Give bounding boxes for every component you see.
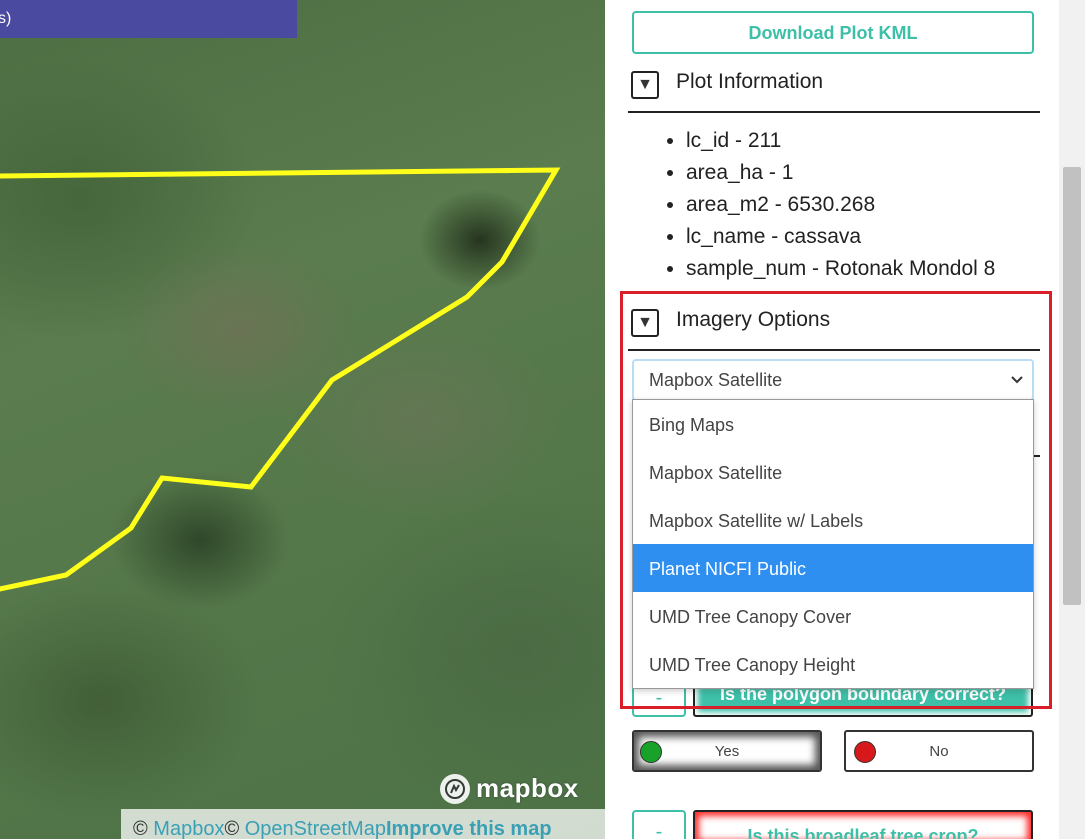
dropdown-option[interactable]: Mapbox Satellite w/ Labels xyxy=(633,496,1033,544)
collapse-toggle-icon[interactable]: ▼ xyxy=(631,71,659,99)
mapbox-logo-text: mapbox xyxy=(476,773,579,803)
red-dot-icon xyxy=(854,741,876,763)
answer-no-button[interactable]: No xyxy=(844,730,1034,772)
plot-info-title: Plot Information xyxy=(676,70,824,93)
plot-boundary-line xyxy=(0,167,561,592)
imagery-select[interactable]: Mapbox Satellite xyxy=(632,359,1034,401)
imagery-options-header[interactable]: ▼ Imagery Options xyxy=(628,308,1040,351)
list-item: area_m2 - 6530.268 xyxy=(686,189,995,221)
imagery-select-value: Mapbox Satellite xyxy=(649,370,783,390)
green-dot-icon xyxy=(640,741,662,763)
attribution-mid: © xyxy=(224,818,245,839)
dropdown-option[interactable]: Bing Maps xyxy=(633,400,1033,448)
openstreetmap-link[interactable]: OpenStreetMap xyxy=(245,818,386,839)
list-item: sample_num - Rotonak Mondol 8 xyxy=(686,253,995,285)
map-attribution: © Mapbox© OpenStreetMapImprove this map xyxy=(121,809,605,839)
imagery-dropdown-list[interactable]: Bing Maps Mapbox Satellite Mapbox Satell… xyxy=(632,399,1034,689)
sidebar: Download Plot KML ▼ Plot Information lc_… xyxy=(605,0,1085,839)
dropdown-option-highlighted[interactable]: Planet NICFI Public xyxy=(633,544,1033,592)
list-item: lc_name - cassava xyxy=(686,221,995,253)
dropdown-option[interactable]: UMD Tree Canopy Height xyxy=(633,640,1033,688)
attribution-prefix: © xyxy=(133,818,154,839)
plot-info-header[interactable]: ▼ Plot Information xyxy=(628,70,1040,113)
mapbox-link[interactable]: Mapbox xyxy=(153,818,224,839)
scrollbar[interactable] xyxy=(1059,0,1085,839)
dropdown-option[interactable]: Mapbox Satellite xyxy=(633,448,1033,496)
imagery-options-title: Imagery Options xyxy=(676,308,831,331)
answer-no-label: No xyxy=(929,743,949,760)
question2-collapse-button[interactable]: - xyxy=(632,810,686,839)
list-item: area_ha - 1 xyxy=(686,157,995,189)
plot-polygon[interactable] xyxy=(0,0,605,839)
plot-info-list: lc_id - 211 area_ha - 1 area_m2 - 6530.2… xyxy=(640,125,995,285)
dropdown-option[interactable]: UMD Tree Canopy Cover xyxy=(633,592,1033,640)
collapse-toggle-icon[interactable]: ▼ xyxy=(631,309,659,337)
mapbox-logo-icon xyxy=(440,773,470,804)
mapbox-logo[interactable]: mapbox xyxy=(440,773,579,804)
list-item: lc_id - 211 xyxy=(686,125,995,157)
map-view[interactable]: s) mapbox © Mapbox© OpenStreetMapImprove… xyxy=(0,0,605,839)
section-divider xyxy=(1034,455,1040,457)
question2-text: Is this broadleaf tree crop? xyxy=(693,810,1033,839)
improve-map-link[interactable]: Improve this map xyxy=(386,818,552,839)
download-kml-button[interactable]: Download Plot KML xyxy=(632,11,1034,54)
answer-yes-button[interactable]: Yes xyxy=(632,730,822,772)
answer-yes-label: Yes xyxy=(714,743,740,760)
scrollbar-thumb[interactable] xyxy=(1063,167,1081,605)
